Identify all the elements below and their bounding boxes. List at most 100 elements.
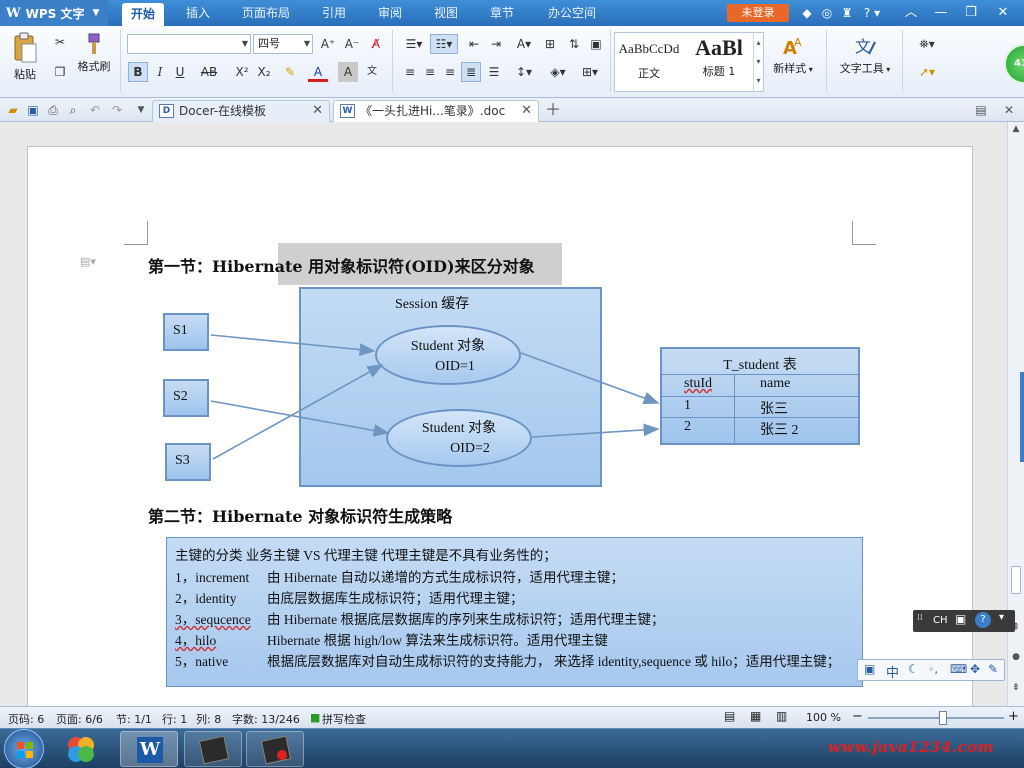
next-page-icon[interactable]: ⇟ [1010, 682, 1022, 696]
save-icon[interactable]: ▣ [24, 101, 42, 119]
taskbar-recorder-1[interactable] [184, 731, 242, 767]
new-style-button[interactable]: A A 新样式 ▾ [766, 34, 820, 76]
print-icon[interactable]: ⎙ [44, 101, 62, 119]
select-browse-icon[interactable]: ● [1010, 652, 1022, 666]
restore-icon[interactable]: ❐ [958, 3, 984, 23]
chinese-layout-icon[interactable]: A▾ [510, 34, 538, 54]
half-width-moon-icon[interactable]: ☾ [908, 662, 919, 676]
numbered-list-icon[interactable]: ☷▾ [430, 34, 458, 54]
spellcheck-label[interactable]: 拼写检查 [322, 711, 366, 727]
table-icon[interactable]: ⊞ [540, 34, 560, 54]
scroll-thumb[interactable] [1011, 566, 1021, 594]
shrink-font-icon[interactable]: A⁻ [342, 34, 362, 54]
sync-icon[interactable]: ◎ [818, 4, 836, 22]
select-cursor-icon[interactable]: ➚▾ [912, 62, 942, 82]
menu-insert[interactable]: 插入 [178, 0, 218, 26]
outline-view-icon[interactable]: ▦ [750, 709, 761, 723]
paste-button[interactable]: 粘贴 [6, 32, 44, 82]
zoom-slider[interactable] [868, 717, 1004, 719]
font-size-combo[interactable]: 四号 ▼ [253, 34, 313, 54]
menu-page-layout[interactable]: 页面布局 [236, 0, 296, 26]
phonetic-icon[interactable]: 文 [362, 62, 382, 82]
skin-icon[interactable]: ◆ [798, 4, 816, 22]
menu-chapter[interactable]: 章节 [482, 0, 522, 26]
shirt-icon[interactable]: ♜ [838, 4, 856, 22]
show-marks-icon[interactable]: ▣ [586, 34, 606, 54]
taskbar-app-color-icon[interactable] [62, 733, 102, 765]
keyboard-icon[interactable]: ▣ [955, 612, 966, 626]
clear-format-icon[interactable]: A̸ [366, 34, 386, 54]
cut-icon[interactable]: ✂ [50, 32, 70, 52]
close-doc-icon[interactable]: ✕ [1000, 101, 1018, 119]
font-color-icon[interactable]: A [308, 62, 328, 82]
sort-icon[interactable]: ⇅ [564, 34, 584, 54]
scroll-up-icon[interactable]: ▲ [1010, 124, 1022, 138]
menu-review[interactable]: 审阅 [370, 0, 410, 26]
tab-document[interactable]: W 《一头扎进Hi...笔录》.doc ✕ [333, 100, 539, 122]
distribute-icon[interactable]: ☰ [484, 62, 504, 82]
menu-view[interactable]: 视图 [426, 0, 466, 26]
grow-font-icon[interactable]: A⁺ [318, 34, 338, 54]
font-name-combo[interactable]: ▼ [127, 34, 251, 54]
align-center-icon[interactable]: ≡ [420, 62, 440, 82]
open-folder-icon[interactable]: ▰ [4, 101, 22, 119]
wrench-icon[interactable]: ✎ [988, 662, 998, 676]
zoom-out-icon[interactable]: − [852, 709, 863, 724]
close-icon[interactable]: ✕ [990, 3, 1016, 23]
align-right-icon[interactable]: ≡ [440, 62, 460, 82]
speed-ball-icon[interactable]: 41 [1004, 44, 1024, 84]
shading-icon[interactable]: ◈▾ [544, 62, 572, 82]
zoom-slider-thumb[interactable] [938, 711, 947, 725]
strikethrough-icon[interactable]: AB [196, 62, 222, 82]
section-heading-2[interactable]: 第二节：Hibernate 对象标识符生成策略 [148, 503, 452, 527]
copy-icon[interactable]: ❐ [50, 62, 70, 82]
ime-options-icon[interactable]: ▾ [999, 612, 1004, 623]
italic-icon[interactable]: I [150, 62, 170, 82]
bullet-list-icon[interactable]: ☰▾ [400, 34, 428, 54]
ime-status-bar[interactable]: ▣ 中 ☾ ◦, ⌨ ✥ ✎ [857, 659, 1005, 681]
subscript-icon[interactable]: X₂ [254, 62, 274, 82]
justify-icon[interactable]: ≣ [461, 62, 481, 82]
zoom-in-icon[interactable]: + [1008, 709, 1019, 724]
ime-help-icon[interactable]: ? [975, 612, 991, 628]
status-word-count[interactable]: 字数: 13/246 [232, 711, 300, 727]
redo-icon[interactable]: ↷ [108, 101, 126, 119]
help-icon[interactable]: ? ▾ [858, 4, 886, 22]
ime-toolbar[interactable]: ⁞⁞ CH ▣ ? ▾ [913, 610, 1015, 632]
highlight-icon[interactable]: ✎ [280, 62, 300, 82]
soft-keyboard-icon[interactable]: ⌨ [950, 662, 967, 676]
char-shading-icon[interactable]: A [338, 62, 358, 82]
superscript-icon[interactable]: X² [232, 62, 252, 82]
login-button[interactable]: 未登录 [727, 4, 789, 22]
menu-home[interactable]: 开始 [122, 3, 164, 26]
zoom-level[interactable]: 100 % [806, 711, 841, 724]
page-view-icon[interactable]: ▤ [724, 709, 735, 723]
new-tab-icon[interactable]: ＋ [544, 101, 562, 119]
undo-icon[interactable]: ↶ [86, 101, 104, 119]
taskbar-recorder-2[interactable] [246, 731, 304, 767]
menu-references[interactable]: 引用 [314, 0, 354, 26]
document-page[interactable]: ▤▾ 第一节：Hibernate 用对象标识符(OID)来区分对象 Sessio… [27, 146, 973, 706]
close-tab-icon[interactable]: ✕ [521, 101, 532, 121]
borders-icon[interactable]: ⊞▾ [576, 62, 604, 82]
tab-docer[interactable]: D Docer-在线模板 ✕ [152, 100, 330, 122]
app-menu-button[interactable]: W WPS 文字 ▼ [0, 0, 108, 26]
web-view-icon[interactable]: ▥ [776, 709, 787, 723]
text-tools-button[interactable]: 文 文字工具 ▾ [832, 34, 898, 76]
ime-mode[interactable]: 中 [886, 662, 899, 681]
styles-scroll[interactable]: ▴ ▾ ▾ [753, 33, 763, 91]
style-normal[interactable]: AaBbCcDd 正文 [615, 33, 683, 91]
collapse-ribbon-icon[interactable]: ︿ [898, 3, 924, 23]
menu-office-space[interactable]: 办公空间 [540, 0, 604, 26]
taskbar-wps-writer[interactable]: W [120, 731, 178, 767]
close-tab-icon[interactable]: ✕ [312, 101, 323, 121]
style-heading1[interactable]: AaBl 标题 1 [685, 33, 753, 91]
underline-icon[interactable]: U [170, 62, 190, 82]
line-spacing-icon[interactable]: ↕▾ [510, 62, 538, 82]
ime-skin-icon[interactable]: ✥ [970, 662, 980, 676]
customize-dropdown-icon[interactable]: ▼ [132, 101, 150, 119]
side-panel-handle[interactable] [1020, 372, 1024, 462]
punctuation-icon[interactable]: ◦, [928, 663, 938, 676]
find-binoculars-icon[interactable]: ⛯▾ [912, 34, 942, 54]
align-left-icon[interactable]: ≡ [400, 62, 420, 82]
